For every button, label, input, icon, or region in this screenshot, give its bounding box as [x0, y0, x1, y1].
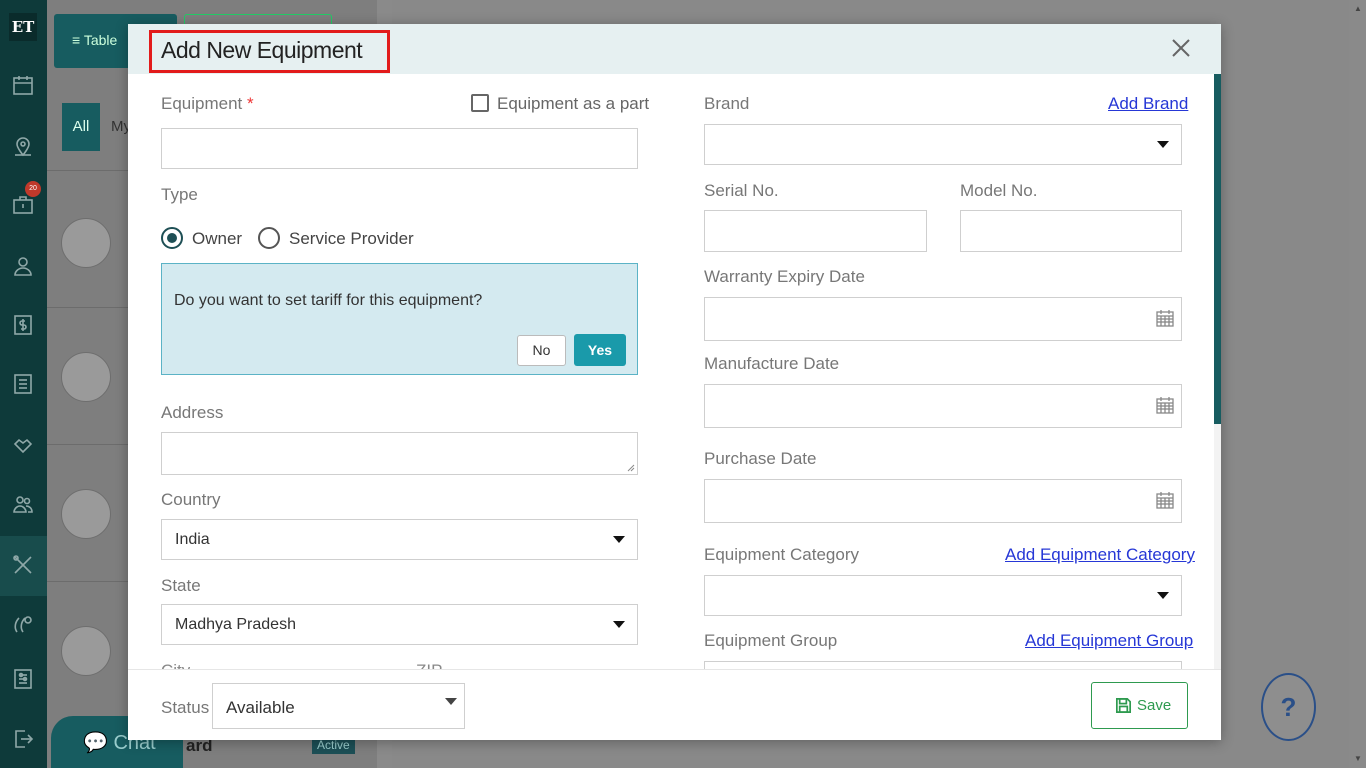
resize-grip-icon[interactable]	[627, 464, 635, 472]
brand-label: Brand	[704, 94, 750, 113]
calendar-icon[interactable]	[1155, 308, 1175, 328]
calendar-icon[interactable]	[8, 70, 38, 100]
country-select[interactable]: India	[161, 519, 638, 560]
address-label: Address	[161, 403, 224, 422]
tariff-no-button[interactable]: No	[517, 335, 566, 366]
serial-no-label: Serial No.	[704, 181, 779, 200]
state-label: State	[161, 576, 201, 595]
warranty-expiry-label: Warranty Expiry Date	[704, 267, 865, 286]
chevron-down-icon	[1157, 141, 1169, 148]
list-item-thumbnail	[61, 489, 111, 539]
equipment-as-part-checkbox[interactable]	[471, 94, 489, 112]
chevron-down-icon	[1157, 592, 1169, 599]
tariff-prompt: Do you want to set tariff for this equip…	[161, 263, 638, 375]
chevron-down-icon	[613, 621, 625, 628]
equipment-category-label: Equipment Category	[704, 545, 859, 564]
status-label: Status	[161, 698, 210, 717]
modal-header: Add New Equipment	[128, 24, 1221, 74]
calendar-icon[interactable]	[1155, 395, 1175, 415]
save-button-label: Save	[1137, 697, 1172, 714]
equipment-category-select[interactable]	[704, 575, 1182, 616]
logout-icon[interactable]	[8, 724, 38, 754]
modal-title: Add New Equipment	[161, 37, 363, 63]
add-equipment-group-link[interactable]: Add Equipment Group	[1025, 631, 1193, 651]
purchase-date-input[interactable]	[704, 479, 1182, 523]
dollar-icon[interactable]	[8, 310, 38, 340]
list-item-thumbnail	[61, 352, 111, 402]
close-button[interactable]	[1170, 37, 1192, 59]
user-icon[interactable]	[8, 251, 38, 281]
owner-radio-label: Owner	[192, 229, 243, 248]
scroll-down-arrow[interactable]: ▼	[1354, 754, 1362, 763]
brand-select[interactable]	[704, 124, 1182, 165]
list-icon[interactable]	[8, 369, 38, 399]
app-logo: ET	[9, 13, 37, 41]
scroll-up-arrow[interactable]: ▲	[1354, 4, 1362, 13]
zip-label: ZIP	[416, 661, 442, 669]
serial-no-input[interactable]	[704, 210, 927, 252]
manufacture-date-label: Manufacture Date	[704, 354, 840, 373]
model-no-label: Model No.	[960, 181, 1038, 200]
add-equipment-modal: Add New Equipment Equipment * Equipment …	[128, 24, 1221, 740]
equipment-input[interactable]	[161, 128, 638, 169]
chevron-down-icon	[445, 698, 457, 705]
sidebar: ET 20	[0, 0, 47, 768]
equipment-as-part-label: Equipment as a part	[497, 94, 650, 113]
floppy-disk-icon	[1114, 696, 1133, 715]
leads-icon[interactable]	[8, 609, 38, 639]
tariff-question: Do you want to set tariff for this equip…	[174, 292, 483, 309]
tab-all[interactable]: All	[62, 103, 100, 151]
purchase-date-label: Purchase Date	[704, 449, 817, 468]
help-button[interactable]: ?	[1261, 673, 1316, 741]
list-item-thumbnail	[61, 626, 111, 676]
address-textarea[interactable]	[161, 432, 638, 475]
page-scrollbar[interactable]	[1349, 0, 1366, 768]
handshake-icon[interactable]	[8, 429, 38, 459]
equipment-group-label: Equipment Group	[704, 631, 838, 650]
equipment-label: Equipment *	[161, 94, 254, 113]
country-value: India	[175, 531, 210, 548]
add-brand-link[interactable]: Add Brand	[1108, 94, 1188, 114]
tools-icon[interactable]	[8, 550, 38, 580]
manufacture-date-input[interactable]	[704, 384, 1182, 428]
state-select[interactable]: Madhya Pradesh	[161, 604, 638, 645]
settings-sliders-icon[interactable]	[8, 664, 38, 694]
calendar-icon[interactable]	[1155, 490, 1175, 510]
notification-badge: 20	[25, 181, 41, 197]
chevron-down-icon	[613, 536, 625, 543]
status-value: Available	[226, 698, 295, 717]
type-label: Type	[161, 185, 198, 204]
city-label: City	[161, 661, 190, 669]
save-button[interactable]: Save	[1091, 682, 1188, 729]
add-equipment-category-link[interactable]: Add Equipment Category	[1005, 545, 1195, 565]
users-icon[interactable]	[8, 489, 38, 519]
state-value: Madhya Pradesh	[175, 616, 296, 633]
modal-scrollbar-track[interactable]	[1214, 424, 1221, 669]
service-provider-radio[interactable]	[258, 227, 280, 249]
map-pin-icon[interactable]	[8, 131, 38, 161]
close-icon	[1172, 39, 1190, 57]
warranty-expiry-input[interactable]	[704, 297, 1182, 341]
owner-radio[interactable]	[161, 227, 183, 249]
status-select[interactable]: Available	[212, 683, 465, 729]
equipment-group-select[interactable]	[704, 661, 1182, 669]
model-no-input[interactable]	[960, 210, 1182, 252]
modal-footer: Status Available Save	[128, 669, 1221, 740]
list-item-thumbnail	[61, 218, 111, 268]
service-provider-radio-label: Service Provider	[289, 229, 414, 248]
country-label: Country	[161, 490, 221, 509]
tariff-yes-button[interactable]: Yes	[574, 334, 626, 366]
modal-scrollbar-thumb[interactable]	[1214, 74, 1221, 424]
